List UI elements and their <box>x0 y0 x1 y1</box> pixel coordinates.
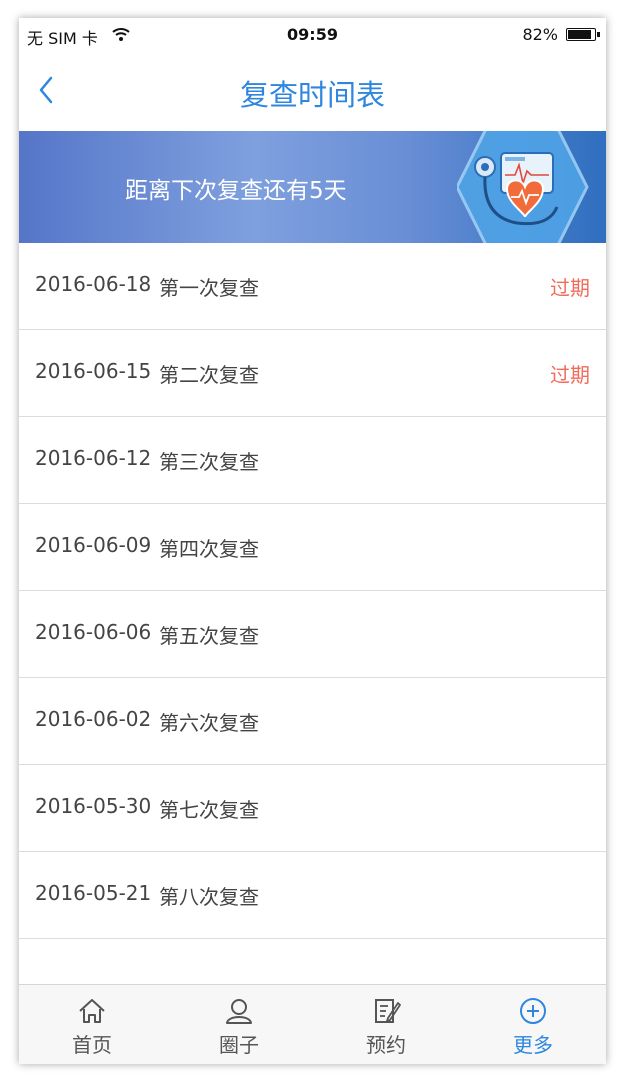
schedule-date: 2016-06-02 <box>35 707 152 731</box>
countdown-banner: 距离下次复查还有5天 <box>19 131 606 243</box>
schedule-date: 2016-06-12 <box>35 446 152 470</box>
tab-appointment[interactable]: 预约 <box>313 985 459 1064</box>
schedule-date: 2016-06-15 <box>35 359 152 383</box>
battery-icon <box>566 28 600 41</box>
people-icon <box>226 999 252 1024</box>
tab-circle[interactable]: 圈子 <box>166 985 312 1064</box>
schedule-row[interactable]: 2016-06-02 第六次复查 <box>19 678 606 765</box>
clock: 09:59 <box>287 25 338 44</box>
schedule-label: 第八次复查 <box>159 885 259 909</box>
schedule-date: 2016-06-09 <box>35 533 152 557</box>
page-title: 复查时间表 <box>239 78 385 112</box>
schedule-label: 第三次复查 <box>159 450 259 474</box>
expired-badge: 过期 <box>550 276 590 300</box>
tab-home-label: 首页 <box>72 1033 112 1057</box>
schedule-label: 第七次复查 <box>159 798 259 822</box>
expired-badge: 过期 <box>550 363 590 387</box>
medical-monitor-heart-icon <box>457 131 589 243</box>
battery-percent: 82% <box>522 25 558 44</box>
status-bar: 无 SIM 卡 09:59 82% <box>19 18 606 52</box>
tab-home[interactable]: 首页 <box>19 985 165 1064</box>
plus-circle-icon <box>520 998 546 1024</box>
countdown-text: 距离下次复查还有5天 <box>125 178 347 204</box>
schedule-date: 2016-06-18 <box>35 272 152 296</box>
tab-more-label: 更多 <box>513 1033 553 1057</box>
tab-bar: 首页 圈子 预约 更多 <box>19 984 606 1064</box>
schedule-label: 第四次复查 <box>159 537 259 561</box>
schedule-row[interactable]: 2016-06-06 第五次复查 <box>19 591 606 678</box>
schedule-date: 2016-05-21 <box>35 881 152 905</box>
schedule-label: 第五次复查 <box>159 624 259 648</box>
schedule-row[interactable]: 2016-05-21 第八次复查 <box>19 852 606 939</box>
schedule-date: 2016-06-06 <box>35 620 152 644</box>
tab-more[interactable]: 更多 <box>460 985 606 1064</box>
schedule-row[interactable]: 2016-05-30 第七次复查 <box>19 765 606 852</box>
schedule-list: 2016-06-18 第一次复查 过期 2016-06-15 第二次复查 过期 2016-0… <box>19 243 606 939</box>
tab-circle-label: 圈子 <box>219 1033 259 1057</box>
schedule-label: 第二次复查 <box>159 363 259 387</box>
edit-note-icon <box>375 999 401 1023</box>
phone-screen: 无 SIM 卡 09:59 82% 复查时间表 距离下次复查还有5天 2016-… <box>19 18 606 1064</box>
home-icon <box>79 999 105 1023</box>
schedule-row[interactable]: 2016-06-12 第三次复查 <box>19 417 606 504</box>
schedule-label: 第一次复查 <box>159 276 259 300</box>
schedule-row[interactable]: 2016-06-15 第二次复查 过期 <box>19 330 606 417</box>
schedule-date: 2016-05-30 <box>35 794 152 818</box>
nav-bar: 复查时间表 <box>19 52 606 130</box>
schedule-row[interactable]: 2016-06-09 第四次复查 <box>19 504 606 591</box>
schedule-row[interactable]: 2016-06-18 第一次复查 过期 <box>19 243 606 330</box>
schedule-label: 第六次复查 <box>159 711 259 735</box>
tab-appointment-label: 预约 <box>366 1033 406 1057</box>
